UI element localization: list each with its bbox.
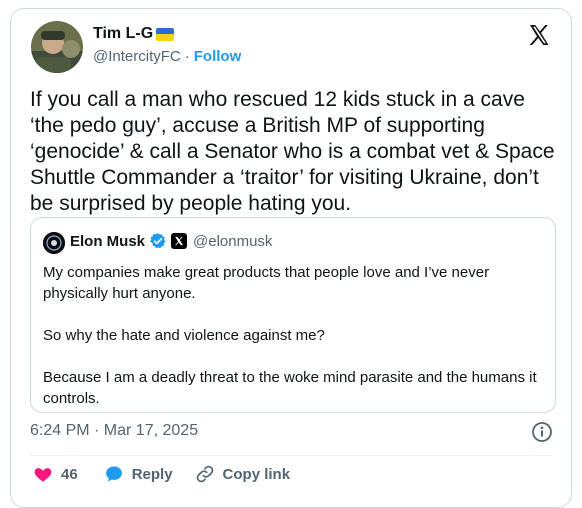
- quoted-tweet[interactable]: Elon Musk @elonmusk My companies make gr…: [30, 217, 556, 413]
- copy-link-button[interactable]: Copy link: [195, 464, 291, 484]
- author-avatar[interactable]: [31, 21, 83, 73]
- quote-author-handle[interactable]: @elonmusk: [193, 233, 272, 250]
- follow-button[interactable]: Follow: [194, 48, 242, 65]
- tweet-timestamp[interactable]: 6:24 PM · Mar 17, 2025: [30, 422, 198, 440]
- like-button[interactable]: 46: [33, 464, 78, 484]
- reply-icon: [105, 466, 122, 482]
- tweet-text: If you call a man who rescued 12 kids st…: [30, 88, 555, 215]
- ukraine-flag-icon: [156, 27, 175, 41]
- author-handle[interactable]: @IntercityFC: [93, 48, 181, 65]
- quote-text: My companies make great products that pe…: [43, 264, 537, 407]
- x-logo-icon[interactable]: [527, 23, 551, 47]
- like-count: 46: [61, 465, 78, 483]
- quote-avatar[interactable]: [43, 232, 65, 254]
- author-name-text[interactable]: Tim L-G: [93, 25, 153, 43]
- author-meta: @IntercityFC · Follow: [93, 48, 241, 65]
- heart-icon: [34, 468, 52, 482]
- link-icon: [196, 465, 213, 483]
- meta-separator: ·: [184, 48, 190, 65]
- footer-divider: [30, 455, 552, 456]
- quote-author-name-text[interactable]: Elon Musk: [70, 233, 145, 250]
- verified-icon: [150, 233, 166, 249]
- action-bar: 46 Reply Copy link: [33, 464, 290, 484]
- quote-author-name[interactable]: Elon Musk: [70, 232, 188, 250]
- copy-link-label: Copy link: [222, 465, 291, 483]
- reply-button[interactable]: Reply: [104, 464, 173, 484]
- info-icon[interactable]: [531, 421, 553, 443]
- tweet-card: Tim L-G @IntercityFC · Follow If you cal…: [10, 8, 572, 508]
- reply-label: Reply: [131, 465, 173, 483]
- x-affiliate-badge-icon: [171, 233, 188, 249]
- author-name[interactable]: Tim L-G: [93, 25, 175, 43]
